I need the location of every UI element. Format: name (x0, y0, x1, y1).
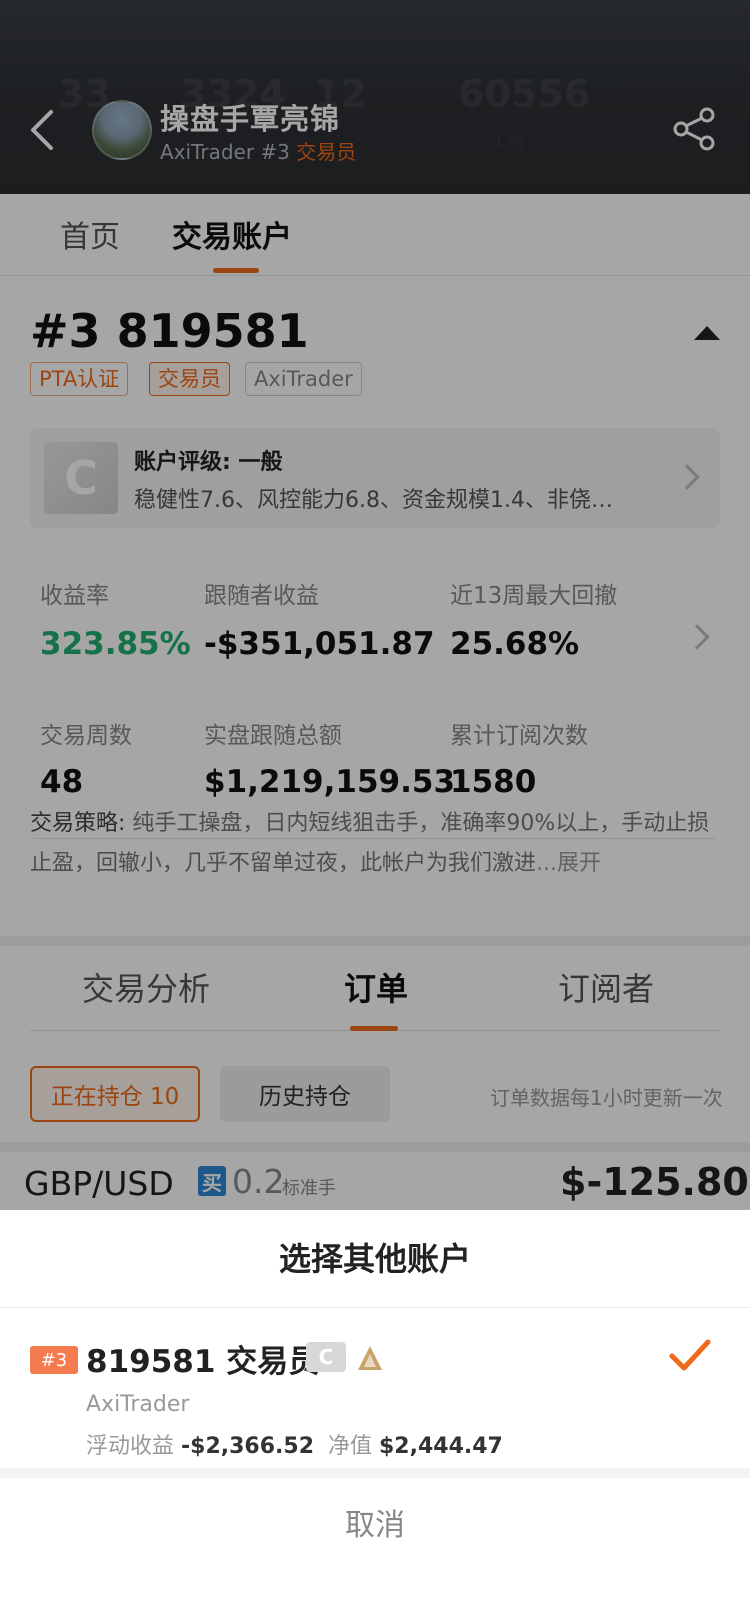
modal-backdrop[interactable] (0, 0, 750, 1210)
cancel-button[interactable]: 取消 (0, 1478, 750, 1574)
grade-badge-icon: C (306, 1342, 346, 1372)
account-option-title: 819581 交易员 (86, 1344, 320, 1380)
float-value: -$2,366.52 (181, 1434, 314, 1459)
equity-value: $2,444.47 (378, 1434, 503, 1459)
account-number-badge: #3 (30, 1346, 78, 1374)
account-option-values: 浮动收益 -$2,366.52 净值 $2,444.47 (86, 1428, 503, 1460)
section-gap (0, 1468, 750, 1478)
account-option[interactable]: #3 819581 交易员 C AxiTrader 浮动收益 -$2,366.5… (0, 1308, 750, 1468)
checkmark-icon (669, 1339, 711, 1371)
float-label: 浮动收益 (86, 1434, 181, 1459)
equity-label: 净值 (314, 1434, 379, 1459)
account-option-broker: AxiTrader (86, 1392, 190, 1417)
triangle-level-icon (358, 1346, 382, 1370)
sheet-title: 选择其他账户 (0, 1210, 750, 1308)
account-picker-sheet: 选择其他账户 #3 819581 交易员 C AxiTrader 浮动收益 -$… (0, 1210, 750, 1624)
